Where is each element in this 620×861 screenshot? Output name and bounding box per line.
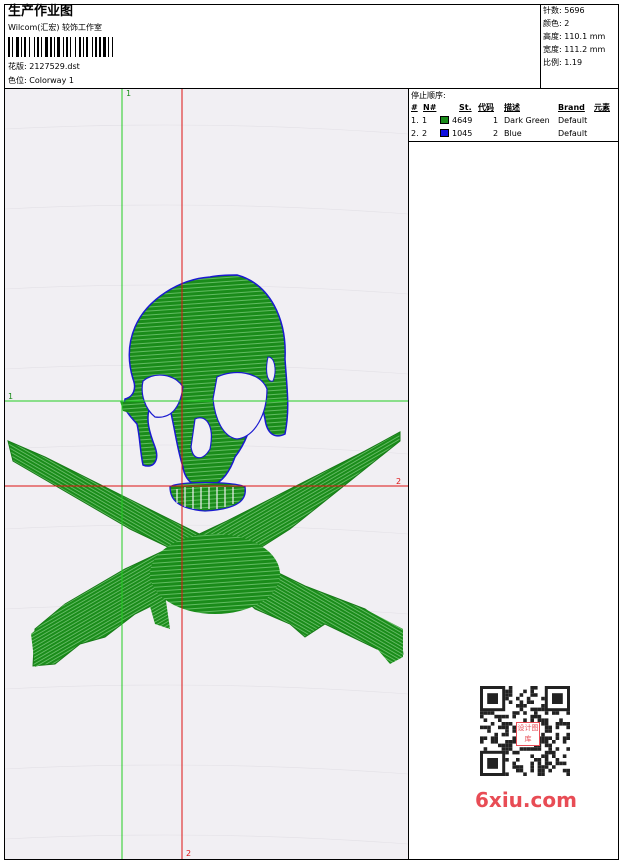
- color-swatch-green: [440, 116, 449, 124]
- col-stitches: St.: [459, 103, 472, 112]
- guide-label-red-bottom: 2: [186, 849, 192, 858]
- col-element: 元素: [594, 103, 610, 112]
- col-brand: Brand: [558, 103, 585, 112]
- col-index: #: [411, 103, 418, 112]
- stat-stitches: 针数: 5696: [543, 6, 585, 15]
- col-n: N#: [423, 103, 437, 112]
- stop-table-divider: [409, 141, 619, 142]
- embroidery-preview: [5, 89, 408, 859]
- colorway: 色位: Colorway 1: [8, 76, 74, 85]
- skull: [120, 274, 289, 489]
- stat-height: 高度: 110.1 mm: [543, 32, 606, 41]
- col-code: 代码: [478, 103, 494, 112]
- panel-divider: [408, 88, 409, 859]
- watermark-badge: 设计图库: [516, 722, 540, 746]
- watermark-text: 6xiu.com: [475, 788, 577, 812]
- page-title: 生产作业图: [8, 4, 74, 19]
- stat-colors: 颜色: 2: [543, 19, 570, 28]
- barcode: [8, 37, 113, 57]
- guide-label-green-top: 1: [126, 89, 132, 98]
- design-file: 花版: 2127529.dst: [8, 62, 80, 71]
- skull-jaw: [169, 481, 246, 512]
- col-description: 描述: [504, 103, 520, 112]
- studio-name: Wilcom(汇宏) 较饰工作室: [8, 23, 103, 32]
- stat-scale: 比例: 1.19: [543, 58, 583, 67]
- rifle-crossing: [150, 534, 280, 614]
- stop-sequence-title: 停止顺序:: [411, 91, 446, 100]
- color-swatch-blue: [440, 129, 449, 137]
- design-canvas: 1 1 2 2: [5, 89, 408, 859]
- guide-label-red-right: 2: [396, 477, 402, 486]
- stat-width: 宽度: 111.2 mm: [543, 45, 606, 54]
- guide-label-green-left: 1: [8, 392, 14, 401]
